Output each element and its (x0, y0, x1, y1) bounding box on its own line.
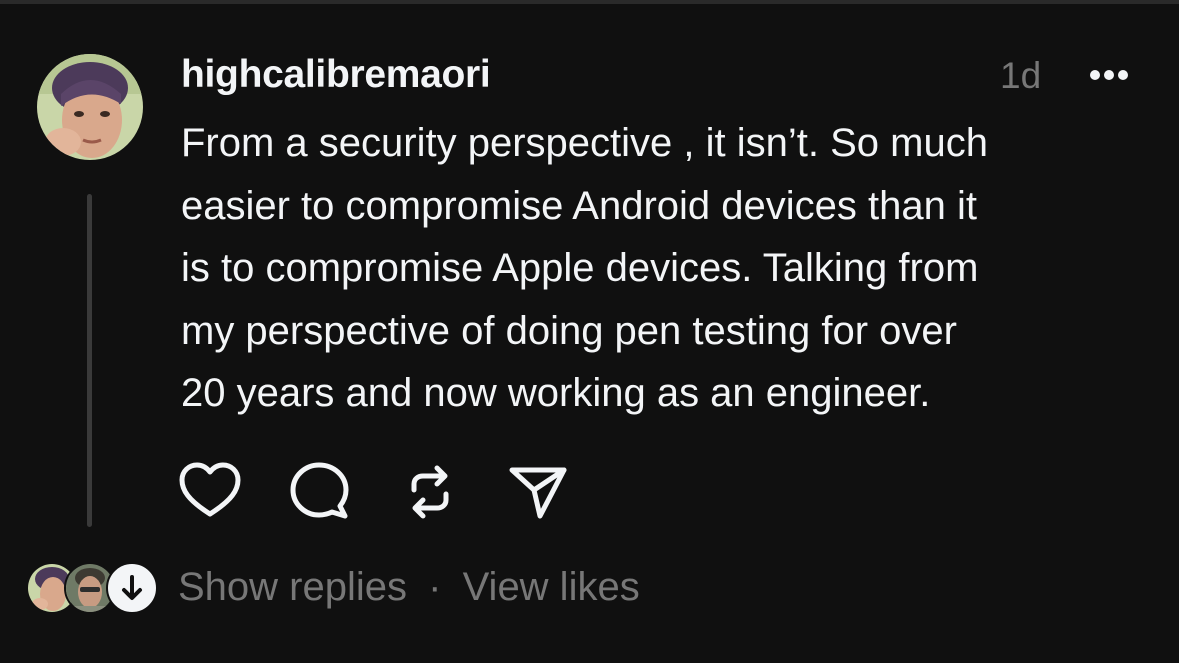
post-text-line: 20 years and now working as an engineer. (181, 371, 931, 415)
heart-icon (179, 462, 241, 517)
post-footer: Show replies · View likes (178, 563, 640, 611)
reply-button[interactable] (288, 460, 352, 524)
post-text-line: From a security perspective , it isn’t. … (181, 121, 988, 165)
repost-icon (411, 465, 449, 519)
comment-icon (290, 462, 349, 519)
post-text-line: is to compromise Apple devices. Talking … (181, 246, 979, 290)
author-avatar[interactable] (37, 54, 143, 160)
post-text-line: easier to compromise Android devices tha… (181, 183, 977, 228)
replier-avatars[interactable] (26, 562, 158, 614)
show-replies-link[interactable]: Show replies (178, 565, 407, 609)
share-button[interactable] (506, 460, 570, 524)
post-timestamp: 1d (1000, 55, 1042, 96)
view-likes-link[interactable]: View likes (463, 565, 640, 609)
expand-replies-button[interactable] (106, 562, 158, 614)
post-text-line: my perspective of doing pen testing for … (181, 308, 957, 353)
footer-separator: · (428, 565, 442, 609)
more-options-button[interactable] (1082, 58, 1136, 92)
thread-line (87, 194, 92, 527)
author-username[interactable]: highcalibremaori (181, 52, 491, 98)
arrow-down-icon (122, 575, 142, 600)
top-divider (0, 0, 1179, 4)
post-body: From a security perspective , it isn’t. … (181, 112, 1151, 425)
more-horizontal-icon (1090, 70, 1128, 80)
send-icon (509, 467, 567, 519)
repost-button[interactable] (398, 460, 462, 524)
like-button[interactable] (178, 460, 242, 524)
